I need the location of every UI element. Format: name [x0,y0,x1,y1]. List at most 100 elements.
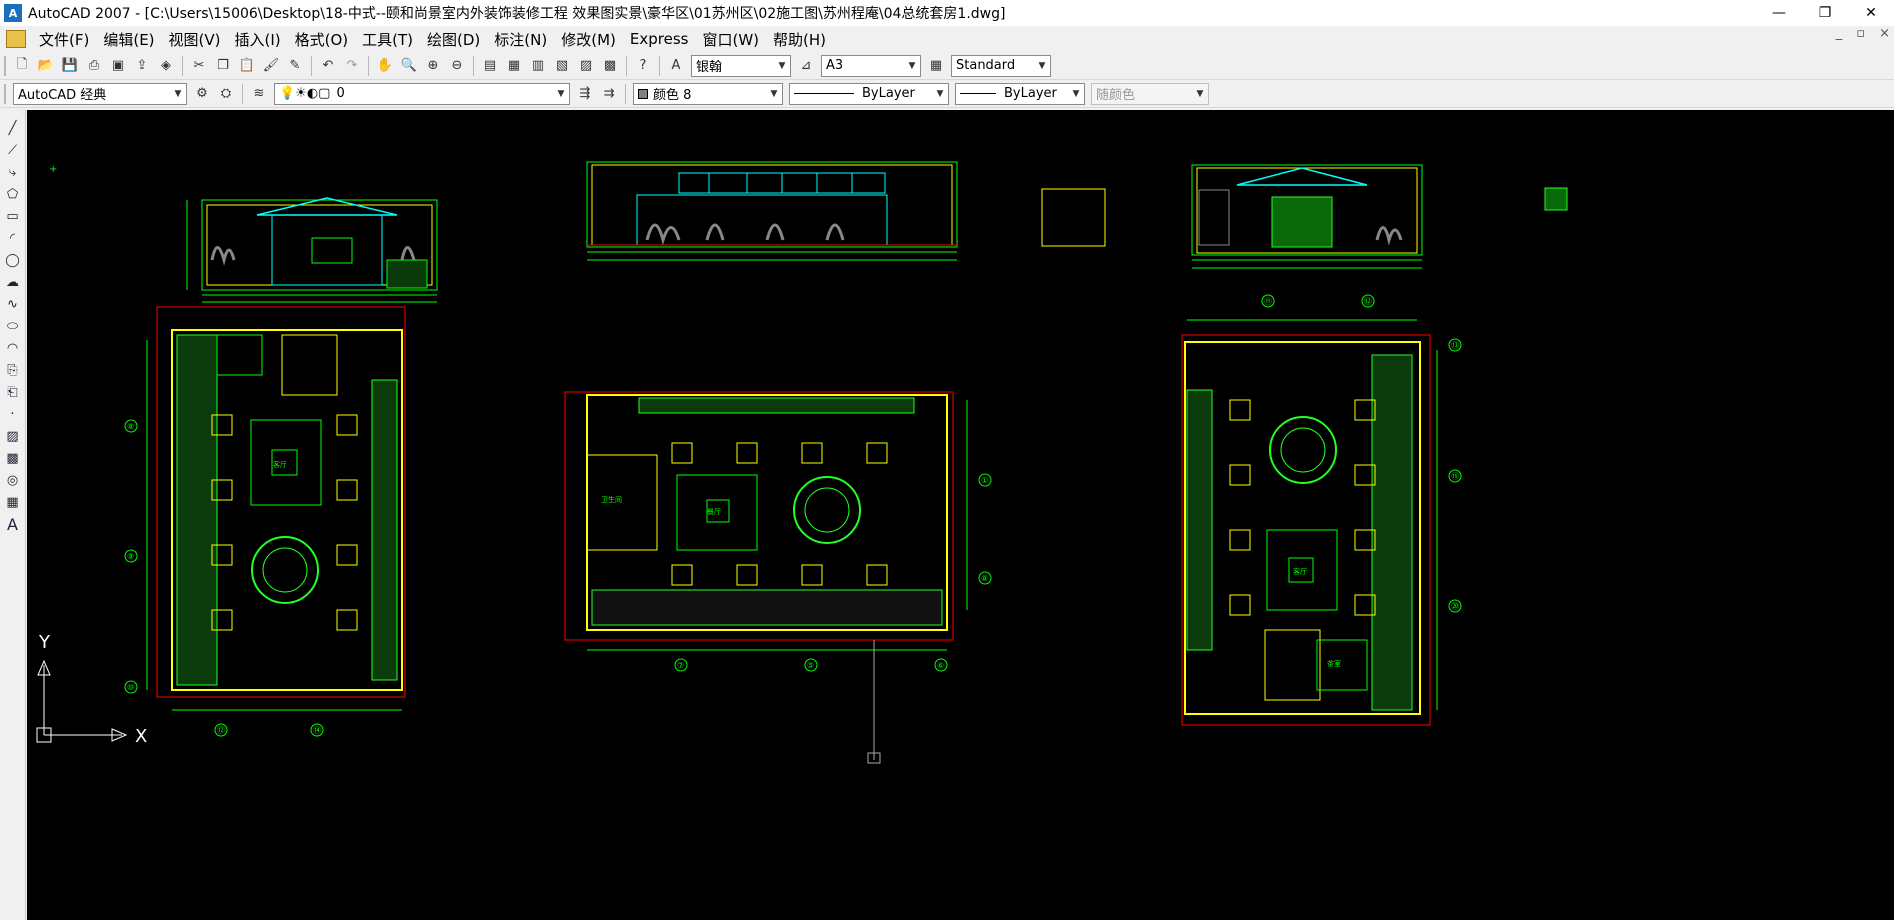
layer-previous-icon[interactable]: ⇉ [599,84,619,104]
undo-icon[interactable]: ↶ [318,56,338,76]
menu-modify[interactable]: 修改(M) [554,29,623,50]
chevron-down-icon: ▼ [766,83,782,104]
layer-state-icons: 💡☀◐▢ [279,86,331,101]
construction-line-icon[interactable]: ⟋ [3,140,23,160]
tool-palettes-icon[interactable]: ▥ [528,56,548,76]
multiline-text-icon[interactable]: A [3,514,23,534]
lineweight-sample [960,93,996,94]
calculator-icon[interactable]: ▩ [600,56,620,76]
zoom-realtime-icon[interactable]: 🔍 [399,56,419,76]
toolbar-grip[interactable] [4,55,6,76]
zoom-previous-icon[interactable]: ⊖ [447,56,467,76]
chevron-down-icon: ▼ [774,55,790,76]
window-controls: — ❐ ✕ [1756,0,1894,26]
toolbar-grip[interactable] [4,83,6,104]
grid-label: ⑭ [313,726,321,735]
arc-icon[interactable]: ◜ [3,228,23,248]
sheet-set-icon[interactable]: ▧ [552,56,572,76]
new-icon[interactable]: 🗋 [12,56,32,76]
elevation-center [586,161,958,261]
layer-select[interactable]: 💡☀◐▢ 0 ▼ [274,82,570,105]
hatch-icon[interactable]: ▨ [3,426,23,446]
drawing-svg[interactable]: + ⑧ ⑨ ⑩ ⑫ ⑭ 客厅 ⑦ ⑤ ⑥ ① ⑧ 卫生间 餐厅 ⑪ ⑫ ⑬ ⑮ … [27,110,1894,920]
dim-style-select[interactable]: A3 ▼ [821,54,921,77]
grid-label: ⑧ [127,422,134,431]
markup-icon[interactable]: ▨ [576,56,596,76]
pan-icon[interactable]: ✋ [375,56,395,76]
dim-style-icon: ⊿ [800,58,812,73]
ellipse-icon[interactable]: ⬭ [3,316,23,336]
zoom-window-icon[interactable]: ⊕ [423,56,443,76]
draw-toolbar: ╱ ⟋ ⤷ ⬠ ▭ ◜ ◯ ☁ ∿ ⬭ ◠ ⎘ ⎗ · ▨ ▩ ◎ ▦ A [0,110,26,920]
drawing-canvas[interactable]: + ⑧ ⑨ ⑩ ⑫ ⑭ 客厅 ⑦ ⑤ ⑥ ① ⑧ 卫生间 餐厅 ⑪ ⑫ ⑬ ⑮ … [27,110,1894,920]
circle-icon[interactable]: ◯ [3,250,23,270]
line-icon[interactable]: ╱ [3,118,23,138]
grid-label: ⑤ [807,661,814,670]
doc-restore-icon[interactable]: ▫ [1856,26,1865,41]
copy-icon[interactable]: ❐ [213,56,233,76]
workspace-settings-icon[interactable]: ⚙ [192,84,212,104]
open-icon[interactable]: 📂 [36,56,56,76]
doc-close-icon[interactable]: × [1879,26,1890,41]
menu-bar: 文件(F) 编辑(E) 视图(V) 插入(I) 格式(O) 工具(T) 绘图(D… [0,26,1894,52]
autocad-logo-icon[interactable]: A [4,4,22,22]
rectangle-icon[interactable]: ▭ [3,206,23,226]
polygon-icon[interactable]: ⬠ [3,184,23,204]
layer-manager-icon[interactable]: ≋ [249,84,269,104]
point-icon[interactable]: · [3,404,23,424]
document-icon[interactable] [6,30,26,48]
help-icon[interactable]: ? [633,56,653,76]
table-style-select[interactable]: Standard ▼ [951,54,1051,77]
workspace-select[interactable]: AutoCAD 经典 ▼ [13,82,187,105]
cut-icon[interactable]: ✂ [189,56,209,76]
minimize-icon[interactable]: — [1756,0,1802,26]
chevron-down-icon: ▼ [1034,55,1050,76]
make-layer-current-icon[interactable]: ⇶ [575,84,595,104]
block-editor-icon[interactable]: ✎ [285,56,305,76]
region-icon[interactable]: ◎ [3,470,23,490]
publish-icon[interactable]: ⇪ [132,56,152,76]
paste-icon[interactable]: 📋 [237,56,257,76]
revision-cloud-icon[interactable]: ☁ [3,272,23,292]
menu-edit[interactable]: 编辑(E) [96,29,161,50]
menu-insert[interactable]: 插入(I) [228,29,288,50]
doc-minimize-icon[interactable]: _ [1836,26,1843,41]
menu-express[interactable]: Express [623,30,696,48]
save-workspace-icon[interactable]: ⛭ [216,84,236,104]
menu-help[interactable]: 帮助(H) [766,29,833,50]
gradient-icon[interactable]: ▩ [3,448,23,468]
print-icon[interactable]: ⎙ [84,56,104,76]
polyline-icon[interactable]: ⤷ [3,162,23,182]
menu-window[interactable]: 窗口(W) [695,29,766,50]
close-icon[interactable]: ✕ [1848,0,1894,26]
lineweight-select[interactable]: ByLayer ▼ [955,82,1085,105]
plot-preview-icon[interactable]: ▣ [108,56,128,76]
text-style-select[interactable]: 银翰 ▼ [691,54,791,77]
make-block-icon[interactable]: ⎗ [3,382,23,402]
menu-draw[interactable]: 绘图(D) [420,29,487,50]
linetype-select[interactable]: ByLayer ▼ [789,82,949,105]
properties-icon[interactable]: ▤ [480,56,500,76]
menu-dimension[interactable]: 标注(N) [487,29,554,50]
insert-block-icon[interactable]: ⎘ [3,360,23,380]
spline-icon[interactable]: ∿ [3,294,23,314]
3d-dwf-icon[interactable]: ◈ [156,56,176,76]
point-marker: + [49,164,57,175]
ellipse-arc-icon[interactable]: ◠ [3,338,23,358]
match-properties-icon[interactable]: 🖌 [261,56,281,76]
menu-file[interactable]: 文件(F) [32,29,96,50]
menu-view[interactable]: 视图(V) [162,29,228,50]
menu-tools[interactable]: 工具(T) [355,29,420,50]
room-label: 餐厅 [707,507,721,516]
table-icon[interactable]: ▦ [3,492,23,512]
color-swatch [638,88,648,99]
text-style-icon: A [671,58,681,73]
restore-icon[interactable]: ❐ [1802,0,1848,26]
color-select[interactable]: 颜色 8 ▼ [633,82,783,105]
redo-icon[interactable]: ↷ [342,56,362,76]
grid-label: ⑦ [677,661,684,670]
save-icon[interactable]: 💾 [60,56,80,76]
chevron-down-icon: ▼ [1192,83,1208,104]
menu-format[interactable]: 格式(O) [288,29,356,50]
design-center-icon[interactable]: ▦ [504,56,524,76]
